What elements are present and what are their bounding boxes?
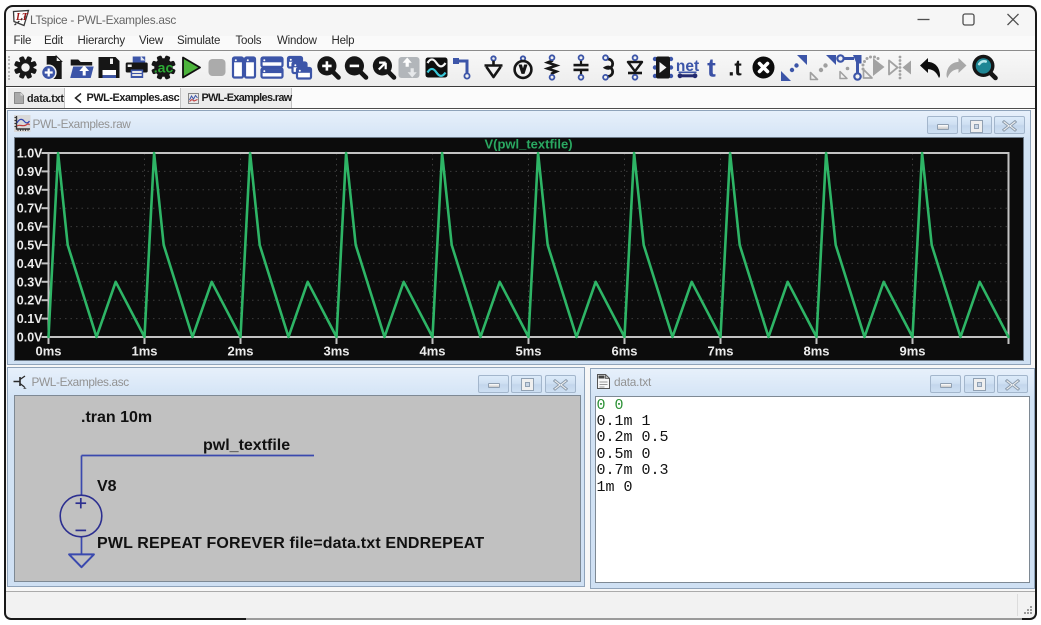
svg-text:0.6V: 0.6V	[16, 220, 42, 234]
svg-text:7ms: 7ms	[707, 344, 733, 359]
svg-text:5ms: 5ms	[515, 344, 541, 359]
svg-text:0.3V: 0.3V	[16, 275, 42, 289]
svg-text:0.8V: 0.8V	[16, 183, 42, 197]
svg-text:0.1V: 0.1V	[16, 312, 42, 326]
svg-text:0.4V: 0.4V	[16, 257, 42, 271]
svg-text:0.2V: 0.2V	[16, 294, 42, 308]
svg-text:.ac: .ac	[154, 60, 174, 76]
svg-text:3ms: 3ms	[323, 344, 349, 359]
svg-text:1.0V: 1.0V	[16, 147, 42, 161]
svg-text:9ms: 9ms	[899, 344, 925, 359]
svg-text:t: t	[707, 53, 716, 83]
svg-text:8ms: 8ms	[803, 344, 829, 359]
svg-text:0.0V: 0.0V	[16, 331, 42, 345]
svg-text:V(pwl_textfile): V(pwl_textfile)	[484, 137, 572, 152]
svg-text:2ms: 2ms	[227, 344, 253, 359]
svg-text:4ms: 4ms	[419, 344, 445, 359]
svg-text:1ms: 1ms	[131, 344, 157, 359]
svg-text:0.9V: 0.9V	[16, 165, 42, 179]
svg-text:0.7V: 0.7V	[16, 202, 42, 216]
svg-text:0.5V: 0.5V	[16, 239, 42, 253]
svg-text:LT: LT	[15, 12, 29, 23]
svg-text:0ms: 0ms	[35, 344, 61, 359]
svg-text:6ms: 6ms	[611, 344, 637, 359]
svg-text:.t: .t	[728, 56, 742, 81]
